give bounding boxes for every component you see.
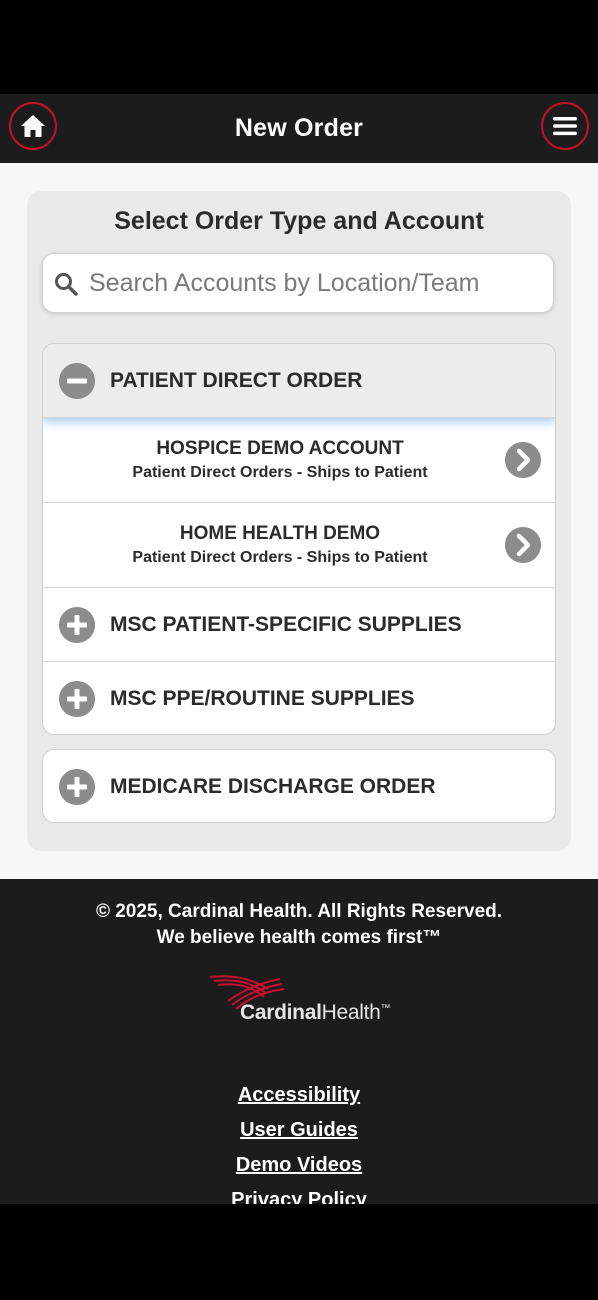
tagline-text: We believe health comes first™: [156, 927, 442, 948]
link-accessibility[interactable]: Accessibility: [0, 1084, 598, 1107]
chevron-right-circle-icon[interactable]: [505, 527, 541, 563]
account-name: HOSPICE DEMO ACCOUNT: [156, 438, 404, 459]
order-type-panel: Select Order Type and Account PATIENT DI…: [27, 191, 571, 851]
link-demo-videos[interactable]: Demo Videos: [0, 1154, 598, 1177]
group-label: MSC PATIENT-SPECIFIC SUPPLIES: [110, 612, 462, 636]
order-group-list: PATIENT DIRECT ORDER HOSPICE DEMO ACCOUN…: [42, 343, 556, 735]
plus-circle-icon: [59, 769, 95, 805]
account-subtitle: Patient Direct Orders - Ships to Patient: [132, 464, 428, 481]
group-medicare-discharge-order[interactable]: MEDICARE DISCHARGE ORDER: [43, 750, 555, 822]
plus-circle-icon: [59, 607, 95, 643]
account-subtitle: Patient Direct Orders - Ships to Patient: [132, 549, 428, 566]
cardinal-health-logo: CardinalHealth™: [208, 971, 398, 1031]
account-item-home-health-demo[interactable]: HOME HEALTH DEMO Patient Direct Orders -…: [43, 503, 555, 588]
page-footer: © 2025, Cardinal Health. All Rights Rese…: [0, 879, 598, 1204]
group-msc-ppe-routine-supplies[interactable]: MSC PPE/ROUTINE SUPPLIES: [43, 662, 555, 734]
minus-circle-icon: [59, 363, 95, 399]
account-search-box[interactable]: [42, 253, 554, 313]
panel-title: Select Order Type and Account: [114, 207, 484, 235]
plus-circle-icon: [59, 681, 95, 717]
status-bar: [0, 0, 598, 94]
system-nav-bar: [0, 1204, 598, 1300]
page-title: New Order: [234, 114, 364, 142]
group-label: MEDICARE DISCHARGE ORDER: [110, 775, 436, 798]
order-group-list-secondary: MEDICARE DISCHARGE ORDER: [42, 749, 556, 823]
account-item-hospice-demo[interactable]: HOSPICE DEMO ACCOUNT Patient Direct Orde…: [43, 418, 555, 503]
group-label: MSC PPE/ROUTINE SUPPLIES: [110, 687, 415, 710]
group-label: PATIENT DIRECT ORDER: [110, 368, 363, 392]
main-content: Select Order Type and Account PATIENT DI…: [0, 163, 598, 879]
home-icon: [21, 115, 45, 137]
home-button[interactable]: [9, 102, 57, 150]
logo-wordmark: CardinalHealth™: [240, 1001, 391, 1024]
link-user-guides[interactable]: User Guides: [0, 1119, 598, 1142]
group-patient-direct-order[interactable]: PATIENT DIRECT ORDER: [43, 344, 555, 418]
group-msc-patient-specific-supplies[interactable]: MSC PATIENT-SPECIFIC SUPPLIES: [43, 588, 555, 662]
link-privacy-policy[interactable]: Privacy Policy: [0, 1189, 598, 1204]
copyright-text: © 2025, Cardinal Health. All Rights Rese…: [95, 901, 503, 922]
hamburger-menu-icon: [553, 117, 577, 136]
chevron-right-circle-icon[interactable]: [505, 442, 541, 478]
search-input[interactable]: [89, 262, 545, 304]
account-name: HOME HEALTH DEMO: [179, 523, 381, 544]
search-icon: [55, 273, 78, 296]
menu-button[interactable]: [541, 102, 589, 150]
top-nav-bar: New Order: [0, 94, 598, 163]
